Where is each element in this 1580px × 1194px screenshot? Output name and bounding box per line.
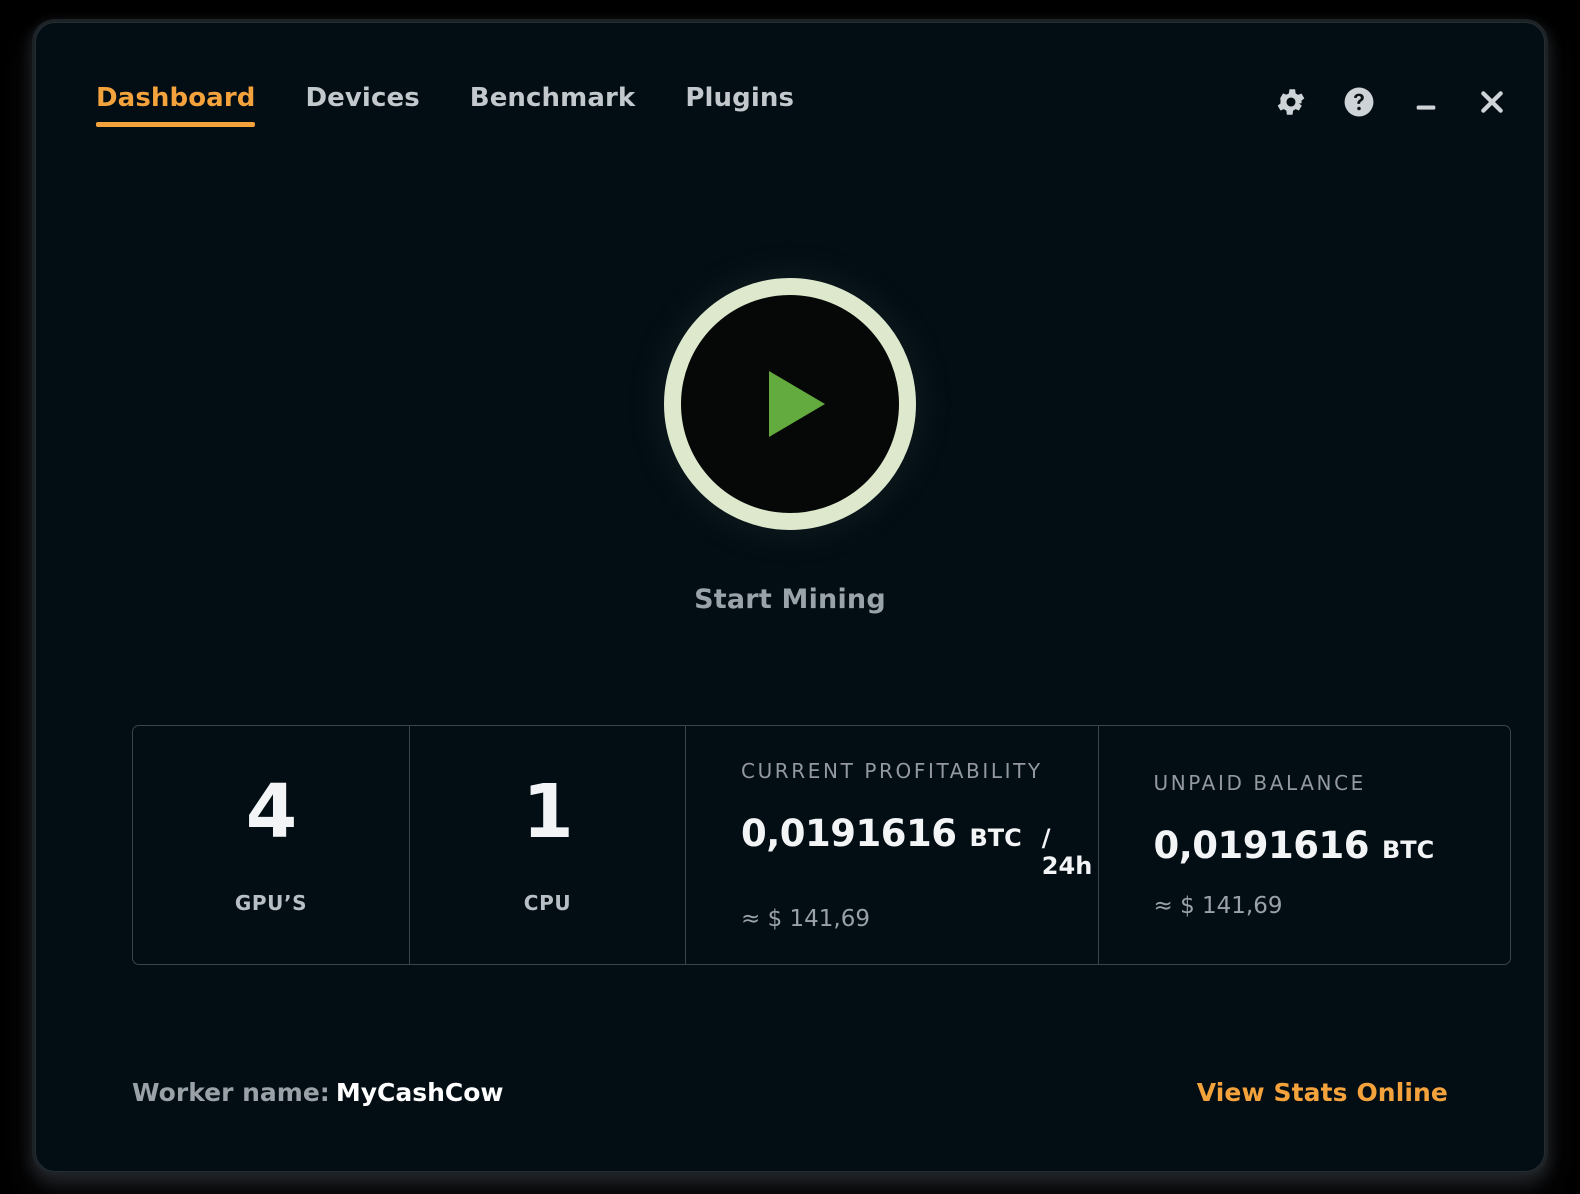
worker-name: Worker name:MyCashCow — [132, 1078, 504, 1107]
worker-name-value: MyCashCow — [336, 1078, 504, 1107]
gpu-count-value: 4 — [246, 775, 297, 849]
current-profitability-value: 0,0191616 BTC / 24h — [741, 812, 1098, 880]
current-profitability-fiat: ≈ $ 141,69 — [741, 906, 1098, 932]
unpaid-balance-amount: 0,0191616 — [1154, 824, 1370, 867]
gpu-count-cell: 4 GPU’S — [133, 726, 409, 964]
tab-plugins[interactable]: Plugins — [685, 83, 794, 127]
tab-dashboard[interactable]: Dashboard — [96, 83, 255, 127]
help-icon[interactable] — [1342, 85, 1376, 119]
start-mining-label: Start Mining — [694, 584, 886, 615]
view-stats-online-link[interactable]: View Stats Online — [1197, 1078, 1448, 1107]
app-window: Dashboard Devices Benchmark Plugins — [35, 22, 1545, 1172]
play-icon — [769, 371, 825, 437]
unpaid-balance-fiat: ≈ $ 141,69 — [1154, 893, 1511, 919]
stats-panel: 4 GPU’S 1 CPU CURRENT PROFITABILITY 0,01… — [132, 725, 1511, 965]
current-profitability-title: CURRENT PROFITABILITY — [741, 759, 1098, 783]
current-profitability-period: / 24h — [1042, 824, 1098, 880]
tab-plugins-label: Plugins — [685, 83, 794, 113]
unpaid-balance-unit: BTC — [1382, 836, 1434, 864]
close-icon[interactable] — [1476, 86, 1508, 118]
start-mining-button[interactable] — [664, 278, 916, 530]
start-mining-section: Start Mining — [36, 278, 1544, 615]
tab-dashboard-label: Dashboard — [96, 83, 255, 113]
window-controls — [1274, 83, 1508, 119]
current-profitability-unit: BTC — [970, 824, 1022, 852]
main-navigation: Dashboard Devices Benchmark Plugins — [96, 83, 794, 127]
tab-devices-label: Devices — [305, 83, 419, 113]
footer-bar: Worker name:MyCashCow View Stats Online — [132, 1078, 1448, 1107]
tab-devices[interactable]: Devices — [305, 83, 419, 127]
unpaid-balance-title: UNPAID BALANCE — [1154, 771, 1511, 795]
title-bar: Dashboard Devices Benchmark Plugins — [36, 23, 1544, 173]
cpu-count-caption: CPU — [524, 891, 571, 915]
current-profitability-amount: 0,0191616 — [741, 812, 957, 855]
tab-benchmark-label: Benchmark — [470, 83, 636, 113]
current-profitability-cell: CURRENT PROFITABILITY 0,0191616 BTC / 24… — [685, 726, 1098, 964]
unpaid-balance-cell: UNPAID BALANCE 0,0191616 BTC ≈ $ 141,69 — [1098, 726, 1511, 964]
cpu-count-cell: 1 CPU — [409, 726, 685, 964]
desktop-backdrop: Dashboard Devices Benchmark Plugins — [0, 0, 1580, 1194]
settings-gear-icon[interactable] — [1274, 85, 1308, 119]
worker-name-label: Worker name: — [132, 1078, 330, 1107]
unpaid-balance-value: 0,0191616 BTC — [1154, 824, 1511, 867]
tab-benchmark[interactable]: Benchmark — [470, 83, 636, 127]
minimize-icon[interactable] — [1410, 86, 1442, 118]
cpu-count-value: 1 — [522, 775, 573, 849]
gpu-count-caption: GPU’S — [235, 891, 307, 915]
